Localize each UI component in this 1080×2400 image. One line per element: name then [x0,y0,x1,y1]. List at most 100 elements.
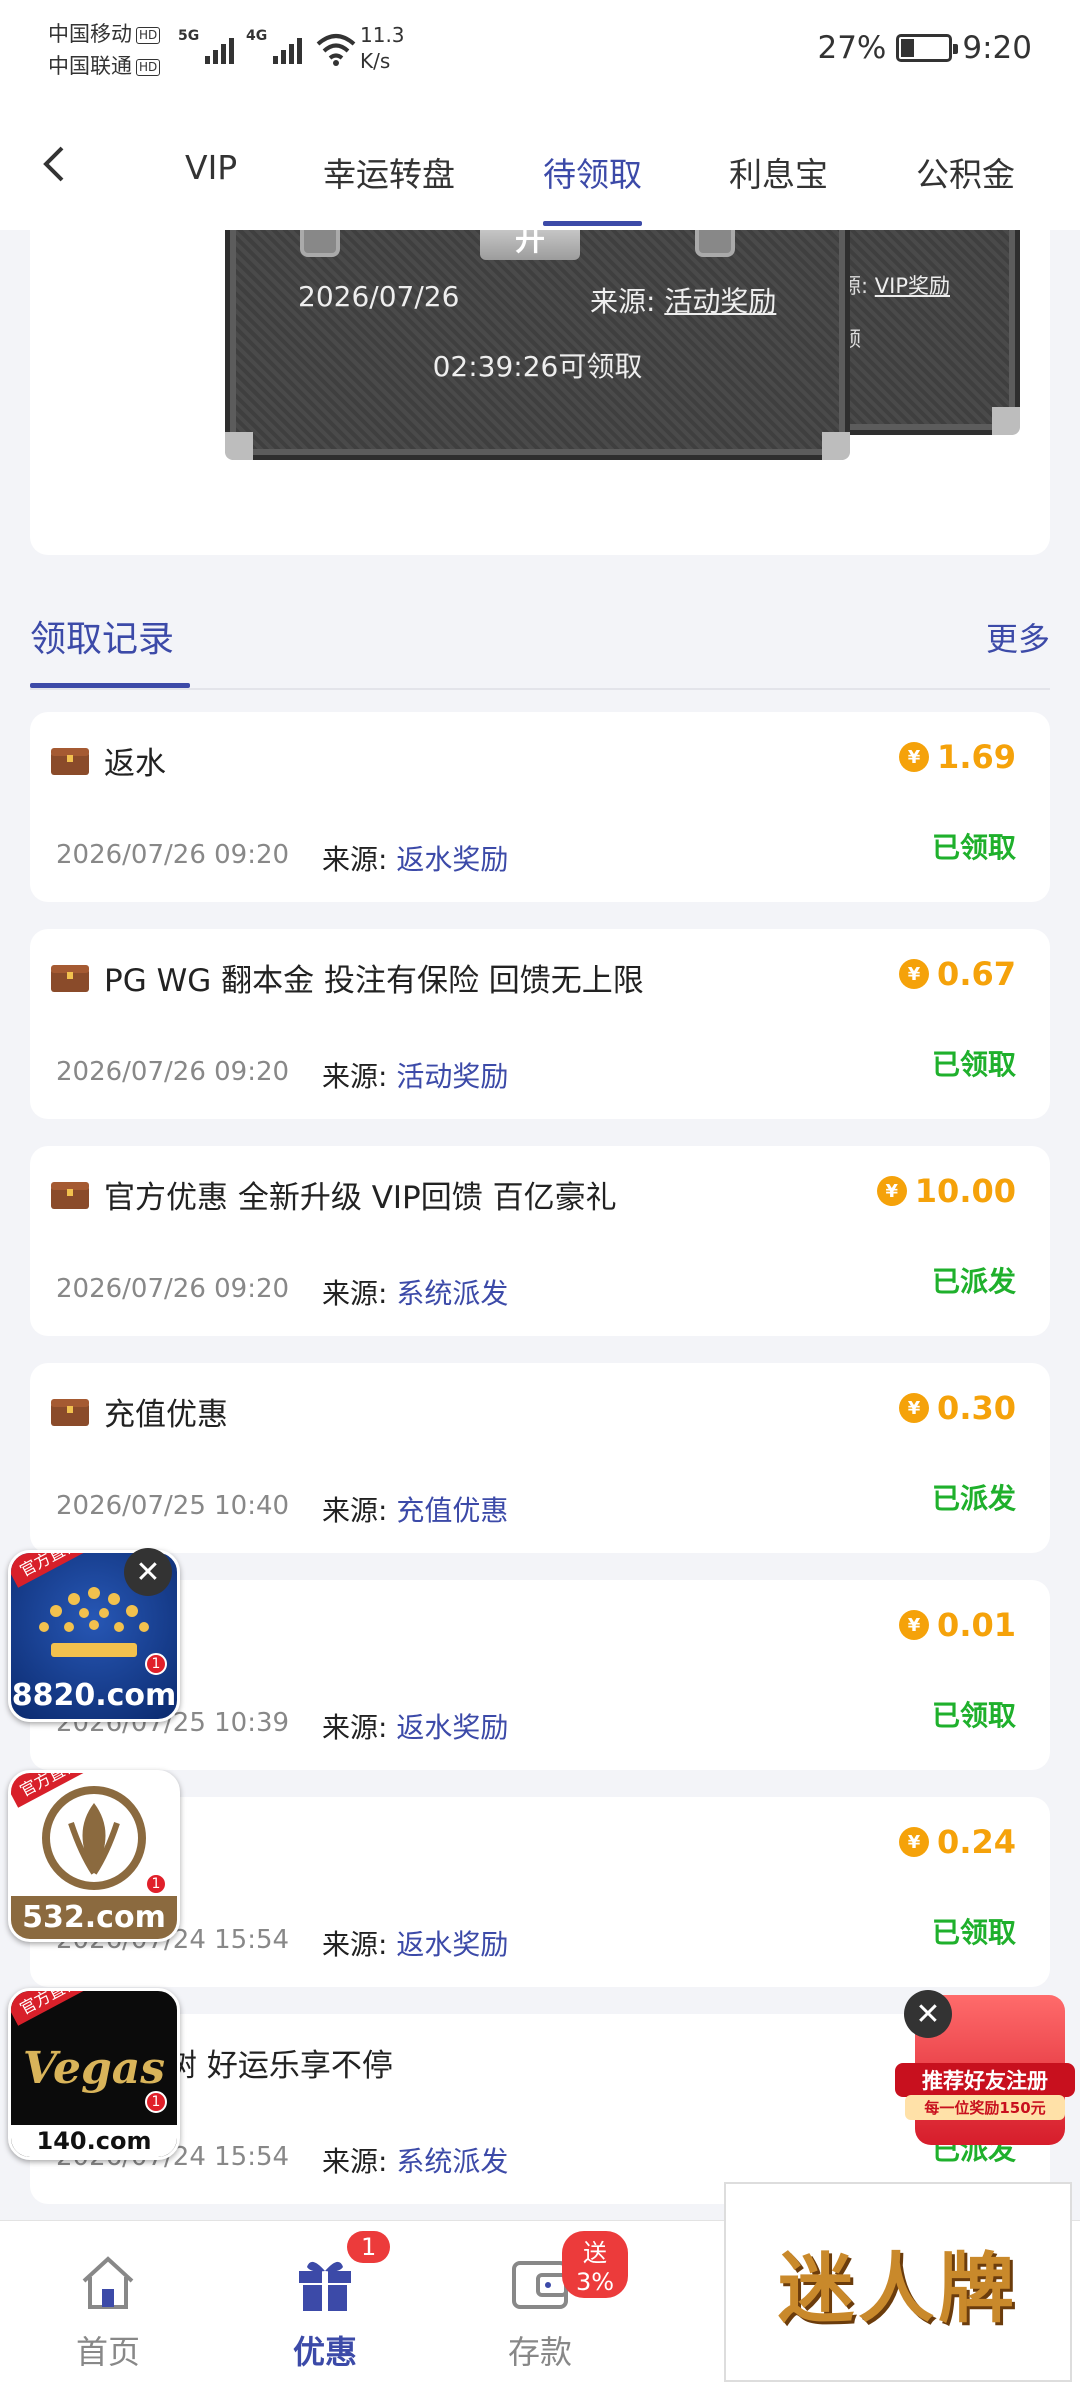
record-date: 2026/07/26 09:20 [56,1057,290,1087]
treasure-chest-icon [51,1399,89,1426]
list-item[interactable]: ¥0.24 已领取 2026/07/24 15:54 来源: 返水奖励 [30,1797,1050,1987]
chest-source: 来源: 活动奖励 [590,285,777,318]
treasure-chest-icon [51,965,89,992]
record-status: 已派发 [931,1482,1016,1515]
coin-icon: ¥ [899,1827,930,1857]
tab-provident-fund[interactable]: 公积金 [916,148,1015,228]
chest-secondary-source: 源: VIP奖励 [840,274,950,298]
carrier1: 中国移动 [48,22,132,46]
brand-ad-text: 迷人牌 [778,2244,1018,2333]
speed-value: 11.3 [360,23,405,47]
record-source-link[interactable]: 系统派发 [396,1277,508,1310]
record-date: 2026/07/26 09:20 [56,840,290,870]
record-source: 来源: 充值优惠 [322,1494,509,1527]
clock: 9:20 [962,30,1032,66]
chevron-left-icon[interactable] [38,144,68,184]
coin-icon: ¥ [899,1610,930,1640]
record-source: 来源: 系统派发 [322,1277,509,1310]
hd-badge: HD [136,27,161,44]
coin-icon: ¥ [899,959,930,989]
record-title: PG WG 翻本金 投注有保险 回馈无上限 [104,963,644,999]
pending-rewards-card: 源: VIP奖励 领 开 2026/07/26 来源: 活动奖励 02:39:2… [30,230,1050,555]
signal-4g-icon: 4G [246,28,302,68]
records-title-underline [30,683,190,688]
record-amount: ¥0.01 [899,1606,1016,1644]
tab-pending[interactable]: 待领取 [543,148,642,228]
chest-main[interactable]: 开 2026/07/26 来源: 活动奖励 02:39:26可领取 [225,230,850,460]
list-item[interactable]: ¥0.01 已领取 2026/07/25 10:39 来源: 返水奖励 [30,1580,1050,1770]
record-source-link[interactable]: 充值优惠 [396,1494,508,1527]
record-amount: ¥0.24 [899,1823,1016,1861]
treasure-chest-icon [51,1182,89,1209]
tab-vip[interactable]: VIP [185,148,237,228]
coin-icon: ¥ [876,1176,907,1206]
record-source-link[interactable]: 返水奖励 [396,843,508,876]
net-type-4g: 4G [246,28,268,44]
nav-home[interactable]: 首页 [38,2251,178,2373]
record-source: 来源: 返水奖励 [322,1711,509,1744]
record-amount: ¥10.00 [876,1172,1016,1210]
page: 中国移动 HD 中国联通 HD 5G 4G 11.3 K/s 27% 9:20 … [0,0,1080,2400]
battery-icon [896,34,959,62]
network-speed: 11.3 K/s [360,22,405,74]
record-source-link[interactable]: 系统派发 [396,2145,508,2178]
record-title: 官方优惠 全新升级 VIP回馈 百亿豪礼 [104,1180,617,1216]
record-amount-value: 1.69 [937,738,1016,776]
brand-banner-ad[interactable]: 迷人牌 [724,2182,1072,2382]
floating-ad-532[interactable]: 官方直营 1 532.com [8,1770,180,1942]
record-source: 来源: 系统派发 [322,2145,509,2178]
coin-icon: ¥ [899,742,930,772]
chest-date: 2026/07/26 [298,280,460,313]
nav-deposit[interactable]: 存款 送3% [470,2231,629,2373]
close-invite-icon[interactable]: ✕ [904,1990,952,2038]
ad-badge: 1 [145,1873,167,1895]
gift-icon [299,2261,351,2311]
lock-icon: 开 [480,230,580,260]
list-item[interactable]: PG WG 翻本金 投注有保险 回馈无上限 ¥0.67 已领取 2026/07/26 … [30,929,1050,1119]
chest-countdown: 02:39:26可领取 [432,350,643,383]
list-item[interactable]: 官方优惠 全新升级 VIP回馈 百亿豪礼 ¥10.00 已派发 2026/07/26 … [30,1146,1050,1336]
signal-5g-icon: 5G [178,28,234,68]
ad-badge: 1 [145,1653,167,1675]
records-title[interactable]: 领取记录 [30,610,174,662]
home-icon [82,2256,134,2309]
chest-secondary[interactable]: 源: VIP奖励 领 [835,230,1020,435]
speed-unit: K/s [360,49,391,73]
record-amount-value: 0.30 [937,1389,1016,1427]
invite-line1: 推荐好友注册 [895,2063,1075,2097]
offers-badge: 1 [347,2231,391,2263]
record-title: 返水 [104,746,166,782]
close-ad-icon[interactable]: ✕ [124,1548,172,1596]
list-item[interactable]: 返水 ¥1.69 已领取 2026/07/26 09:20 来源: 返水奖励 [30,712,1050,902]
record-amount: ¥0.67 [899,955,1016,993]
deposit-badge: 送3% [562,2231,629,2298]
record-amount-value: 0.01 [937,1606,1016,1644]
record-source: 来源: 返水奖励 [322,1928,509,1961]
tab-lucky-wheel[interactable]: 幸运转盘 [323,148,455,228]
record-source-link[interactable]: 返水奖励 [396,1711,508,1744]
record-amount-value: 10.00 [914,1172,1016,1210]
wifi-icon [316,34,356,66]
top-navigation: VIP 幸运转盘 待领取 利息宝 公积金 [0,100,1080,230]
record-source-link[interactable]: 活动奖励 [396,1060,508,1093]
carrier2: 中国联通 [48,54,132,78]
ad-badge: 1 [145,2091,167,2113]
more-link[interactable]: 更多 [986,614,1050,660]
nav-offers[interactable]: 优惠 1 [255,2231,395,2373]
floating-ad-140[interactable]: 官方直营 Vegas 1 140.com [8,1988,180,2160]
record-source: 来源: 返水奖励 [322,843,509,876]
record-title: 充值优惠 [104,1397,228,1433]
record-source-link[interactable]: 返水奖励 [396,1928,508,1961]
record-amount-value: 0.67 [937,955,1016,993]
chest-source-link[interactable]: 活动奖励 [664,285,776,318]
record-status: 已领取 [931,1916,1016,1949]
list-item[interactable]: 充值优惠 ¥0.30 已派发 2026/07/25 10:40 来源: 充值优惠 [30,1363,1050,1553]
ad-domain: 140.com [11,2125,177,2157]
nav-deposit-label: 存款 [507,2333,572,2371]
nav-home-label: 首页 [75,2333,140,2371]
tab-interest[interactable]: 利息宝 [729,148,828,228]
clasp-icon [695,230,735,257]
clasp-icon [300,230,340,257]
nav-offers-label: 优惠 [292,2333,357,2371]
record-date: 2026/07/25 10:40 [56,1491,290,1521]
